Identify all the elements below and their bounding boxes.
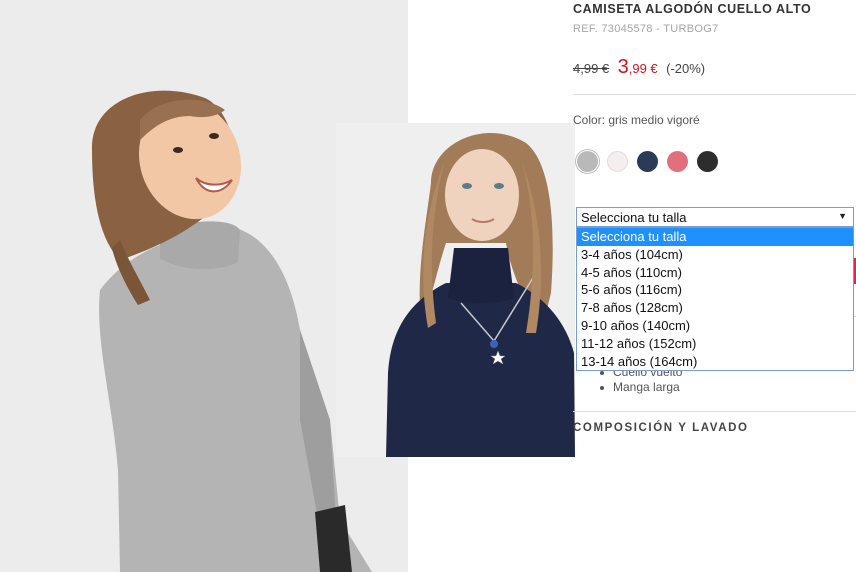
size-option[interactable]: 11-12 años (152cm): [577, 335, 853, 353]
color-swatch-negro[interactable]: [697, 151, 718, 172]
color-label: Color: gris medio vigoré: [573, 113, 700, 127]
product-photo-secondary[interactable]: [336, 123, 575, 457]
current-price: 3,99 €: [618, 56, 658, 78]
size-option[interactable]: Selecciona tu talla: [577, 228, 853, 246]
size-option[interactable]: 13-14 años (164cm): [577, 353, 853, 371]
size-options-list: Selecciona tu talla 3-4 años (104cm) 4-5…: [576, 227, 854, 372]
color-swatch-rosa[interactable]: [667, 151, 688, 172]
photo-secondary-illustration: [336, 123, 575, 457]
dropdown-arrow-icon: ▼: [838, 211, 847, 221]
divider: [573, 411, 856, 412]
color-swatch-crudo[interactable]: [607, 151, 628, 172]
divider: [573, 94, 856, 95]
product-reference: REF. 73045578 - TURBOG7: [573, 23, 719, 35]
discount-badge: (-20%): [666, 61, 706, 76]
size-option[interactable]: 4-5 años (110cm): [577, 264, 853, 282]
size-select-value: Selecciona tu talla: [581, 210, 687, 225]
color-swatch-marino[interactable]: [637, 151, 658, 172]
color-swatch-gris[interactable]: [577, 151, 598, 172]
current-price-integer: 3: [617, 56, 629, 78]
list-item: Manga larga: [600, 380, 682, 395]
color-swatches: [577, 151, 718, 172]
size-option[interactable]: 7-8 años (128cm): [577, 299, 853, 317]
composition-section-toggle[interactable]: COMPOSICIÓN Y LAVADO: [573, 422, 749, 434]
old-price: 4,99 €: [573, 61, 610, 76]
size-option[interactable]: 3-4 años (104cm): [577, 246, 853, 264]
product-title: CAMISETA ALGODÓN CUELLO ALTO: [573, 2, 812, 16]
current-price-decimals: ,99 €: [628, 61, 658, 76]
size-select[interactable]: Selecciona tu talla ▼: [576, 207, 854, 227]
size-option[interactable]: 9-10 años (140cm): [577, 317, 853, 335]
price-row: 4,99 € 3,99 € (-20%): [573, 56, 705, 79]
size-option[interactable]: 5-6 años (116cm): [577, 281, 853, 299]
